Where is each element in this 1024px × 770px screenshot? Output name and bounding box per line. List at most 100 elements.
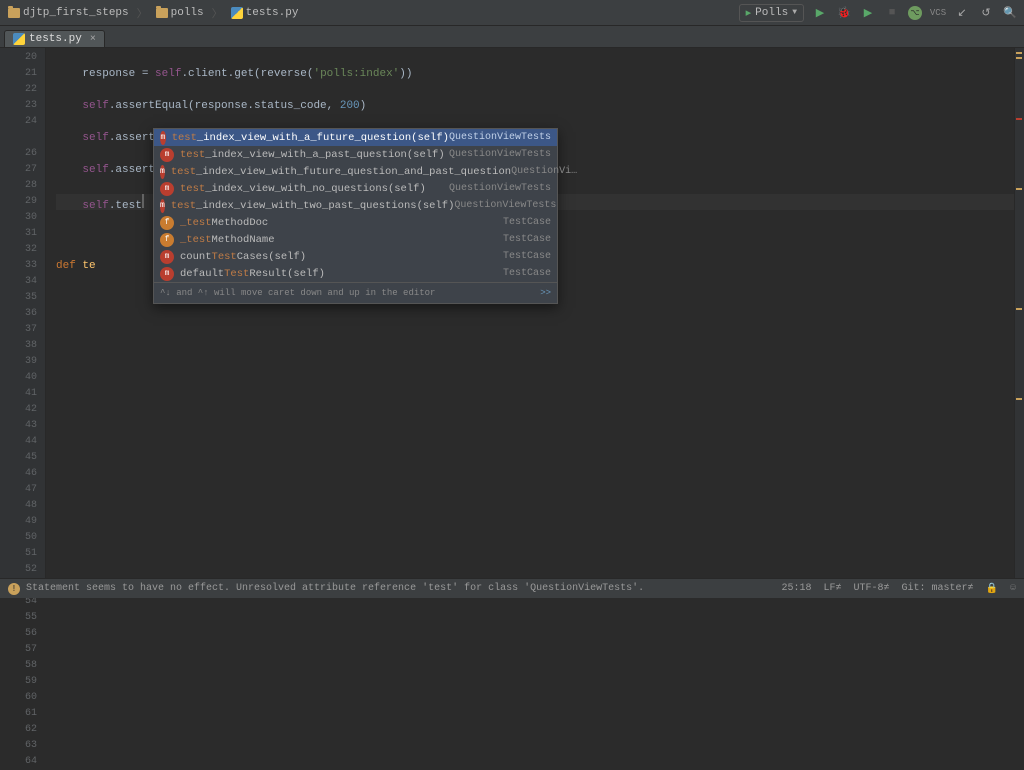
breadcrumb-sep-icon: 〉 — [212, 5, 223, 21]
completion-hint: ^↓ and ^↑ will move caret down and up in… — [160, 285, 435, 301]
completion-item[interactable]: f_testMethodDocTestCase — [154, 214, 557, 231]
run-button[interactable]: ▶ — [812, 5, 828, 21]
code-text: response = — [82, 68, 155, 80]
completion-label: test_index_view_with_two_past_questions(… — [171, 198, 455, 214]
completion-label: test_index_view_with_a_future_question(s… — [172, 130, 449, 146]
line-number: 59 — [0, 674, 37, 690]
line-separator[interactable]: LF≠ — [823, 583, 841, 594]
completion-footer: ^↓ and ^↑ will move caret down and up in… — [154, 282, 557, 303]
run-config-selector[interactable]: ▸ Polls ▼ — [739, 4, 804, 22]
vcs-update-button[interactable]: VCS — [930, 5, 946, 21]
completion-label: countTestCases(self) — [180, 249, 306, 265]
breadcrumb-label: djtp_first_steps — [23, 7, 129, 19]
line-number: 30 — [0, 210, 37, 226]
completion-item[interactable]: f _testMethodName TestCase — [154, 231, 557, 248]
line-number: 27 — [0, 162, 37, 178]
status-message: Statement seems to have no effect. Unres… — [26, 583, 644, 594]
completion-label: _testMethodName — [180, 232, 275, 248]
completion-item[interactable]: mdefaultTestResult(self)TestCase — [154, 265, 557, 282]
line-number: 51 — [0, 546, 37, 562]
run-config-name: Polls — [755, 7, 788, 19]
breadcrumb-file[interactable]: tests.py — [229, 7, 301, 19]
debug-button[interactable]: 🐞 — [836, 5, 852, 21]
method-icon: m — [160, 199, 165, 213]
method-icon: m — [160, 148, 174, 162]
line-number: 52 — [0, 562, 37, 578]
line-number: 46 — [0, 466, 37, 482]
completion-item[interactable]: m countTestCases(self) TestCase — [154, 248, 557, 265]
line-number: 28 — [0, 178, 37, 194]
python-file-icon — [13, 33, 25, 45]
line-number: 22 — [0, 82, 37, 98]
line-number: 58 — [0, 658, 37, 674]
line-number: 47 — [0, 482, 37, 498]
line-number: 41 — [0, 386, 37, 402]
git-branch[interactable]: Git: master≠ — [902, 583, 974, 594]
code-area[interactable]: response = self.client.get(reverse('poll… — [46, 48, 1024, 578]
completion-popup[interactable]: m test_index_view_with_a_future_question(… — [153, 128, 558, 304]
breadcrumb-sep-icon: 〉 — [137, 5, 148, 21]
completion-item[interactable]: mtest_index_view_with_a_past_question(se… — [154, 146, 557, 163]
line-number: 45 — [0, 450, 37, 466]
line-number: 61 — [0, 706, 37, 722]
completion-origin: TestCase — [503, 232, 551, 248]
breadcrumb-label: tests.py — [246, 7, 299, 19]
line-number: 20 — [0, 50, 37, 66]
line-number: 44 — [0, 434, 37, 450]
completion-label: defaultTestResult(self) — [180, 266, 325, 282]
line-number: 50 — [0, 530, 37, 546]
completion-item[interactable]: mtest_index_view_with_no_questions(self)… — [154, 180, 557, 197]
breadcrumb-app[interactable]: polls — [154, 7, 206, 19]
vcs-commit-button[interactable]: ↙ — [954, 5, 970, 21]
field-icon: f — [160, 233, 174, 247]
hector-icon[interactable]: ☺ — [1010, 583, 1016, 594]
line-number: 43 — [0, 418, 37, 434]
completion-item[interactable]: m test_index_view_with_two_past_questions… — [154, 197, 557, 214]
script-icon: ▸ — [746, 6, 752, 20]
line-number: 60 — [0, 690, 37, 706]
line-number: 40 — [0, 370, 37, 386]
editor-tab[interactable]: tests.py × — [4, 30, 105, 47]
field-icon: f — [160, 216, 174, 230]
git-branch-icon[interactable]: ⌥ — [908, 6, 922, 20]
line-number: 24 — [0, 114, 37, 130]
main-toolbar: djtp_first_steps 〉 polls 〉 tests.py ▸ Po… — [0, 0, 1024, 26]
line-number: 34 — [0, 274, 37, 290]
tab-label: tests.py — [29, 33, 82, 45]
folder-icon — [8, 8, 20, 18]
completion-origin: TestCase — [503, 266, 551, 282]
completion-label: _testMethodDoc — [180, 215, 268, 231]
method-icon: m — [160, 182, 174, 196]
warning-icon: ! — [8, 583, 20, 595]
line-number: 62 — [0, 722, 37, 738]
error-stripe[interactable] — [1014, 48, 1024, 578]
completion-item[interactable]: mtest_index_view_with_future_question_an… — [154, 163, 557, 180]
stop-button[interactable]: ■ — [884, 5, 900, 21]
cursor-position[interactable]: 25:18 — [781, 583, 811, 594]
line-number: 26 — [0, 146, 37, 162]
file-encoding[interactable]: UTF-8≠ — [854, 583, 890, 594]
undo-button[interactable]: ↺ — [978, 5, 994, 21]
completion-origin: QuestionViewTests — [454, 198, 556, 214]
editor: 2021222324252627282930313233343536373839… — [0, 48, 1024, 578]
completion-origin: TestCase — [503, 249, 551, 265]
line-number: 49 — [0, 514, 37, 530]
line-number: 42 — [0, 402, 37, 418]
line-number: 55 — [0, 610, 37, 626]
status-bar: ! Statement seems to have no effect. Unr… — [0, 578, 1024, 598]
line-number: 37 — [0, 322, 37, 338]
method-icon: m — [160, 250, 174, 264]
lock-icon[interactable]: 🔒 — [986, 583, 998, 595]
completion-origin: QuestionViewTests — [449, 181, 551, 197]
run-with-coverage-button[interactable]: ▶ — [860, 5, 876, 21]
completion-origin: QuestionViewTests — [449, 130, 551, 146]
completion-item[interactable]: mtest_index_view_with_a_future_question(… — [154, 129, 557, 146]
line-number: 32 — [0, 242, 37, 258]
close-icon[interactable]: × — [90, 34, 96, 45]
completion-more-link[interactable]: >> — [540, 285, 551, 301]
breadcrumb-project[interactable]: djtp_first_steps — [6, 7, 131, 19]
breadcrumb: djtp_first_steps 〉 polls 〉 tests.py — [6, 5, 300, 21]
search-everywhere-button[interactable]: 🔍 — [1002, 5, 1018, 21]
line-number: 31 — [0, 226, 37, 242]
completion-label: test_index_view_with_future_question_and… — [171, 164, 511, 180]
